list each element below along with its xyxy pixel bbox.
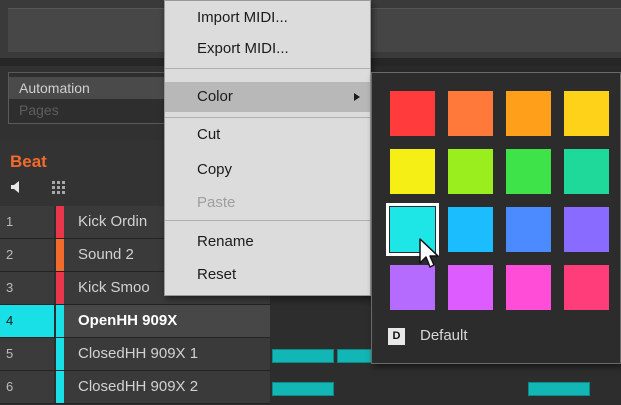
submenu-arrow-icon <box>354 93 360 101</box>
sound-color-stripe <box>56 206 64 238</box>
menu-divider <box>165 220 370 221</box>
menu-item-paste[interactable]: Paste <box>165 188 370 218</box>
default-key-badge: D <box>388 328 405 345</box>
sound-color-stripe <box>56 338 64 370</box>
sound-color-stripe <box>56 272 64 304</box>
color-swatch-6[interactable] <box>448 149 493 194</box>
speaker-icon[interactable] <box>10 180 24 194</box>
default-label: Default <box>420 327 468 344</box>
pages-item[interactable]: Pages <box>9 99 167 121</box>
pattern-event[interactable] <box>528 382 590 396</box>
color-swatch-14[interactable] <box>448 265 493 310</box>
color-swatch-8[interactable] <box>564 149 609 194</box>
menu-item-export-midi[interactable]: Export MIDI... <box>165 34 370 64</box>
color-swatch-13[interactable] <box>390 265 435 310</box>
menu-item-copy[interactable]: Copy <box>165 155 370 185</box>
sound-row-6[interactable]: 6 ClosedHH 909X 2 <box>0 371 270 404</box>
sound-row-5[interactable]: 5 ClosedHH 909X 1 <box>0 338 270 371</box>
menu-item-reset[interactable]: Reset <box>165 260 370 290</box>
pattern-event[interactable] <box>272 349 334 363</box>
color-swatch-7[interactable] <box>506 149 551 194</box>
color-palette: D Default <box>371 72 621 364</box>
sound-number: 4 <box>0 305 54 337</box>
color-swatch-15[interactable] <box>506 265 551 310</box>
menu-divider <box>165 117 370 118</box>
sound-number: 6 <box>0 371 54 403</box>
sound-number: 2 <box>0 239 54 271</box>
grid-icon[interactable] <box>52 181 66 194</box>
automation-item[interactable]: Automation <box>9 77 167 99</box>
sound-row-4[interactable]: 4 OpenHH 909X <box>0 305 270 338</box>
color-swatch-2[interactable] <box>448 91 493 136</box>
menu-item-rename[interactable]: Rename <box>165 227 370 257</box>
menu-item-cut[interactable]: Cut <box>165 120 370 150</box>
menu-item-import-midi[interactable]: Import MIDI... <box>165 3 370 33</box>
color-swatch-11[interactable] <box>506 207 551 252</box>
menu-divider <box>165 68 370 69</box>
sound-name: ClosedHH 909X 1 <box>64 338 270 370</box>
sound-number: 3 <box>0 272 54 304</box>
color-swatch-1[interactable] <box>390 91 435 136</box>
sound-color-stripe <box>56 305 64 337</box>
mouse-pointer-icon <box>419 238 439 268</box>
color-swatch-4[interactable] <box>564 91 609 136</box>
sound-number: 5 <box>0 338 54 370</box>
sound-color-stripe <box>56 371 64 403</box>
color-swatch-10[interactable] <box>448 207 493 252</box>
context-menu: Import MIDI... Export MIDI... Color Cut … <box>164 0 371 296</box>
pattern-event[interactable] <box>272 382 334 396</box>
sound-name: ClosedHH 909X 2 <box>64 371 270 403</box>
menu-item-label: Color <box>197 88 233 105</box>
automation-box: Automation Pages <box>8 72 168 124</box>
sound-name: OpenHH 909X <box>64 305 270 337</box>
color-swatch-3[interactable] <box>506 91 551 136</box>
group-title: Beat <box>10 152 47 171</box>
color-swatch-12[interactable] <box>564 207 609 252</box>
sound-color-stripe <box>56 239 64 271</box>
menu-item-color[interactable]: Color <box>165 82 370 112</box>
sound-number: 1 <box>0 206 54 238</box>
header-left-panel <box>8 8 168 52</box>
color-swatch-16[interactable] <box>564 265 609 310</box>
color-swatch-5[interactable] <box>390 149 435 194</box>
